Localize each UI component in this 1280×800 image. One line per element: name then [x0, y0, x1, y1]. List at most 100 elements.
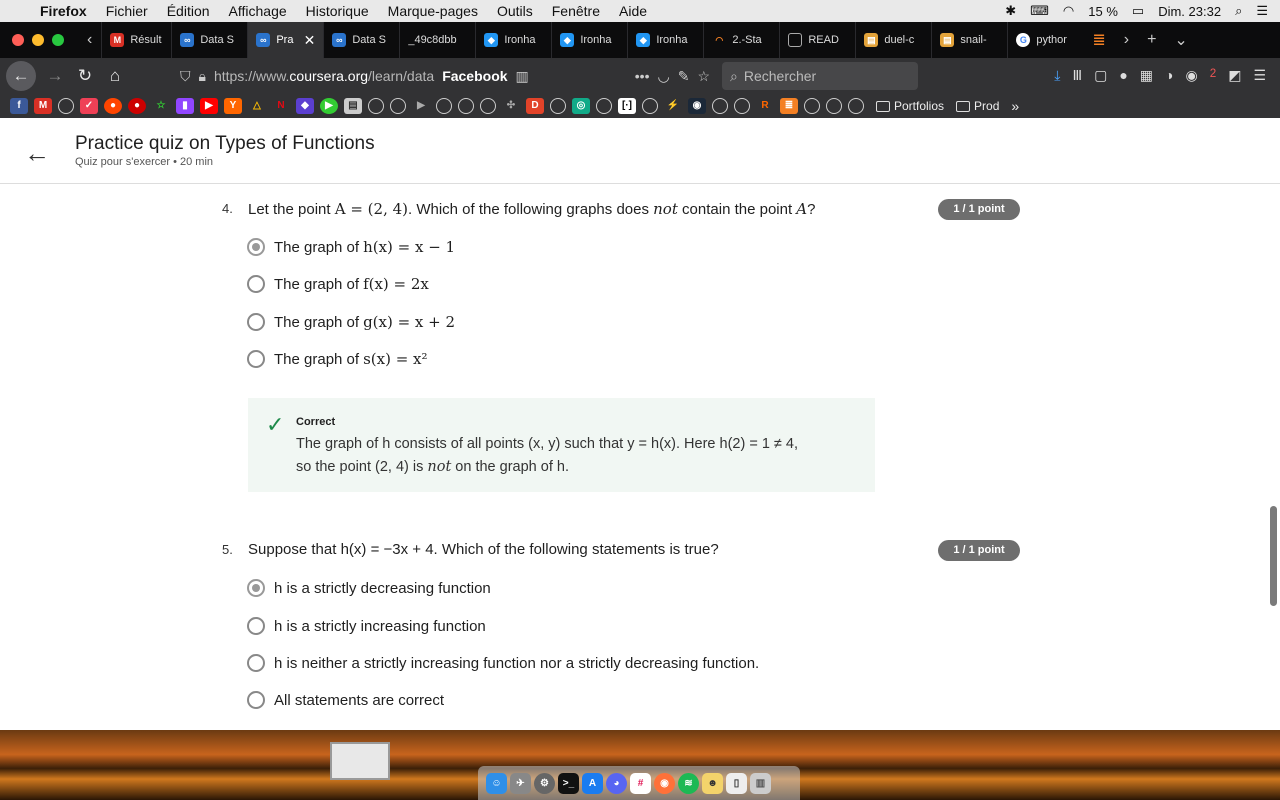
stackoverflow-icon[interactable]: ≣: [1083, 30, 1114, 50]
menu-item-historique[interactable]: Historique: [306, 3, 369, 19]
library-icon[interactable]: Ⅲ: [1072, 67, 1082, 86]
bookmark-folder-portfolios[interactable]: Portfolios: [876, 99, 944, 113]
option-2[interactable]: h is a strictly increasing function: [247, 617, 486, 635]
globe-icon[interactable]: [804, 98, 820, 114]
menu-item-aide[interactable]: Aide: [619, 3, 647, 19]
close-tab-icon[interactable]: ✕: [304, 32, 316, 49]
notification-center-icon[interactable]: ☰: [1256, 3, 1268, 19]
menu-app-name[interactable]: Firefox: [40, 3, 87, 19]
shield-icon[interactable]: ⛉: [180, 68, 191, 85]
tab[interactable]: ∞ Data S: [323, 22, 399, 58]
puzzle-icon[interactable]: ✣: [502, 98, 520, 114]
globe-icon[interactable]: [480, 98, 496, 114]
tab[interactable]: ▤ snail-: [931, 22, 1007, 58]
discord-icon[interactable]: ◕: [606, 772, 627, 794]
extension-icon[interactable]: ◑: [1165, 67, 1173, 86]
home-icon[interactable]: ⌂: [100, 61, 130, 91]
slack-icon[interactable]: #: [630, 772, 651, 794]
option-3[interactable]: The graph of g(x) = x + 2: [247, 313, 455, 331]
option-1[interactable]: The graph of h(x) = x − 1: [247, 238, 455, 256]
extension-icon[interactable]: ◩: [1228, 67, 1241, 86]
facebook-icon[interactable]: f: [10, 98, 28, 114]
url-text[interactable]: https://www.coursera.org/learn/data: [214, 68, 434, 84]
back-icon[interactable]: ←: [6, 61, 36, 91]
tab[interactable]: ◆ Ironha: [475, 22, 551, 58]
minimize-window-button[interactable]: [32, 34, 44, 46]
radio-unselected[interactable]: [247, 275, 265, 293]
globe-icon[interactable]: [58, 98, 74, 114]
menu-icon[interactable]: ☰: [1253, 67, 1266, 86]
play-icon[interactable]: ▶: [320, 98, 338, 114]
pocket-icon[interactable]: ◡: [657, 68, 669, 85]
lock-icon[interactable]: 🔒︎: [199, 68, 206, 85]
r-icon[interactable]: R: [756, 98, 774, 114]
terminal-icon[interactable]: >_: [558, 772, 579, 794]
ublock-icon[interactable]: 2: [1210, 67, 1216, 86]
close-window-button[interactable]: [12, 34, 24, 46]
tab[interactable]: ▤ duel-c: [855, 22, 931, 58]
bookmark-star-icon[interactable]: ☆: [697, 68, 710, 85]
record-icon[interactable]: ●: [128, 98, 146, 114]
radio-selected[interactable]: [247, 579, 265, 597]
finder-icon[interactable]: ☺: [486, 772, 507, 794]
keyboard-icon[interactable]: ⌨: [1030, 3, 1049, 19]
wifi-icon[interactable]: ◠: [1063, 3, 1074, 19]
tab-active[interactable]: ∞ Pra ✕: [247, 22, 324, 58]
tab-list-icon[interactable]: ⌄: [1165, 30, 1196, 50]
twitch-icon[interactable]: ▮: [176, 98, 194, 114]
play-icon[interactable]: ▶: [412, 98, 430, 114]
address-bar[interactable]: ⛉ 🔒︎ https://www.coursera.org/learn/data…: [180, 62, 710, 90]
drive-icon[interactable]: △: [248, 98, 266, 114]
firefox-icon[interactable]: ◉: [654, 772, 675, 794]
menu-item-fenetre[interactable]: Fenêtre: [552, 3, 600, 19]
globe-icon[interactable]: [458, 98, 474, 114]
app-store-icon[interactable]: A: [582, 772, 603, 794]
trash-icon[interactable]: ▥: [750, 772, 771, 794]
globe-icon[interactable]: [642, 98, 658, 114]
more-bookmarks-icon[interactable]: »: [1011, 98, 1019, 114]
preview-icon[interactable]: ☻: [702, 772, 723, 794]
globe-icon[interactable]: [550, 98, 566, 114]
globe-icon[interactable]: [436, 98, 452, 114]
option-2[interactable]: The graph of f(x) = 2x: [247, 275, 429, 293]
radio-unselected[interactable]: [247, 654, 265, 672]
bracket-icon[interactable]: [·]: [618, 98, 636, 114]
back-arrow-icon[interactable]: ←: [24, 138, 50, 169]
tab[interactable]: Gpythor: [1007, 22, 1083, 58]
tab[interactable]: READ: [779, 22, 855, 58]
launchpad-icon[interactable]: ✈: [510, 772, 531, 794]
radio-unselected[interactable]: [247, 617, 265, 635]
globe-icon[interactable]: [368, 98, 384, 114]
globe-icon[interactable]: [734, 98, 750, 114]
system-preferences-icon[interactable]: ⚙: [534, 772, 555, 794]
globe-icon[interactable]: [712, 98, 728, 114]
stack-icon[interactable]: ≣: [780, 98, 798, 114]
bluetooth-icon[interactable]: ✱: [1005, 3, 1016, 19]
tab[interactable]: ◆ Ironha: [551, 22, 627, 58]
star-icon[interactable]: ☆: [152, 98, 170, 114]
radio-unselected[interactable]: [247, 691, 265, 709]
screenshot-icon[interactable]: ✎: [678, 68, 690, 85]
globe-icon[interactable]: [848, 98, 864, 114]
ycombinator-icon[interactable]: Y: [224, 98, 242, 114]
radio-unselected[interactable]: [247, 350, 265, 368]
reload-icon[interactable]: ↻: [70, 61, 100, 91]
spotlight-icon[interactable]: ⌕: [1235, 3, 1242, 19]
tab[interactable]: ◆ Ironha: [627, 22, 703, 58]
radio-unselected[interactable]: [247, 313, 265, 331]
tab[interactable]: ∞ Data S: [171, 22, 247, 58]
menu-item-edition[interactable]: Édition: [167, 3, 210, 19]
globe-icon[interactable]: [826, 98, 842, 114]
zoom-window-button[interactable]: [52, 34, 64, 46]
page-actions-icon[interactable]: •••: [635, 68, 650, 84]
scroll-tabs-right-icon[interactable]: ›: [1115, 31, 1138, 49]
spotify-icon[interactable]: ≋: [678, 772, 699, 794]
option-4[interactable]: The graph of s(x) = x²: [247, 350, 428, 368]
clock[interactable]: Dim. 23:32: [1158, 4, 1221, 19]
extension-icon[interactable]: ◉: [1186, 67, 1198, 86]
screenshot-thumbnail[interactable]: [330, 742, 390, 780]
tab[interactable]: _49c8dbb: [399, 22, 475, 58]
menu-item-affichage[interactable]: Affichage: [229, 3, 287, 19]
app-icon[interactable]: ▤: [344, 98, 362, 114]
option-1[interactable]: h is a strictly decreasing function: [247, 579, 491, 597]
